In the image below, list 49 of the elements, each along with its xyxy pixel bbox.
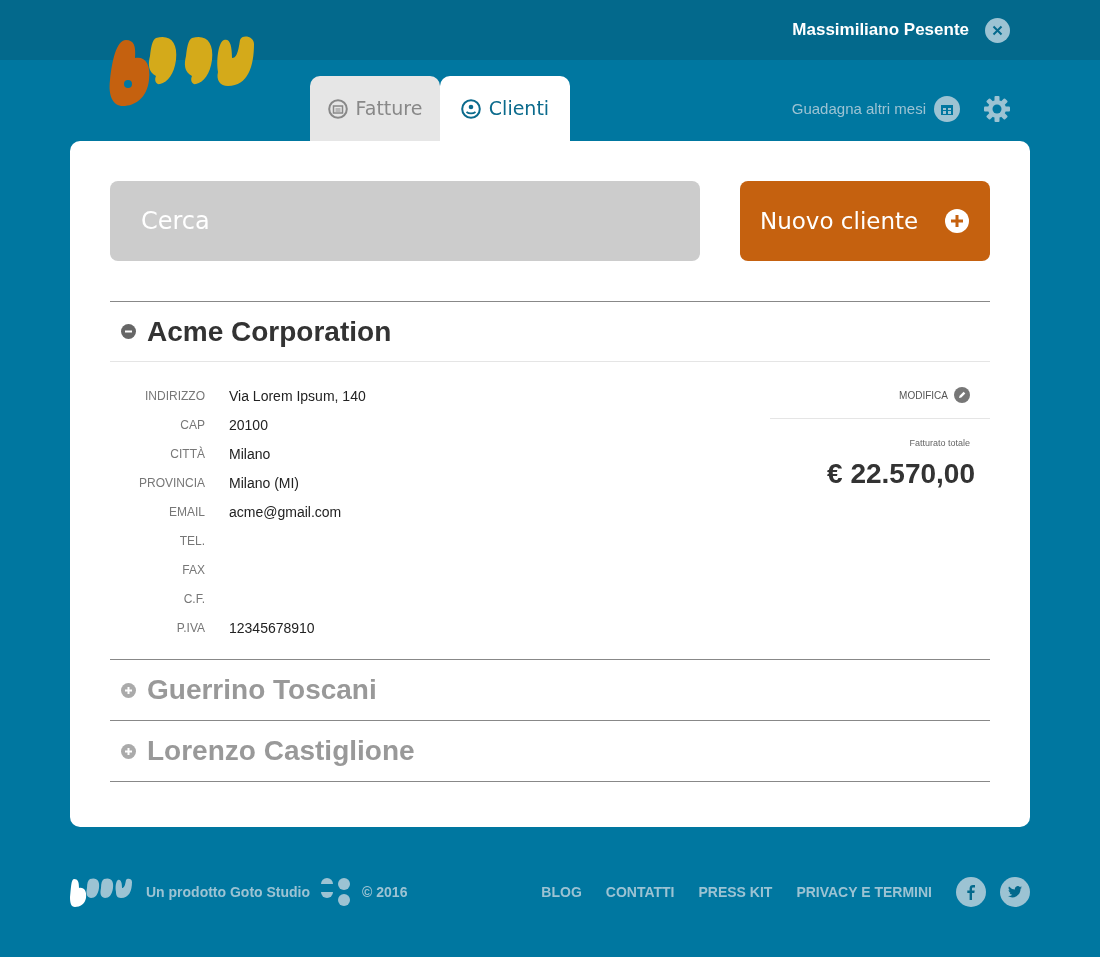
footer-link[interactable]: CONTATTI [605,881,675,903]
twitter-button[interactable] [1000,877,1030,907]
field-value: Via Lorem Ipsum, 140 [229,387,366,406]
field-label: EMAIL [168,504,205,521]
logout-button[interactable] [985,17,1010,43]
gift-icon[interactable] [934,96,960,122]
copyright-text: © 2016 [362,882,408,902]
facebook-icon [967,884,975,900]
field-value: 12345678910 [229,619,316,638]
field-label: PROVINCIA [138,475,205,492]
total-amount: € 22.570,00 [827,456,975,491]
field-label: P.IVA [175,620,205,637]
expand-icon [121,682,136,698]
studio-logo-icon [319,877,352,907]
tab[interactable]: Fatture [310,76,440,141]
footer-link[interactable]: BLOG [541,881,582,903]
plus-icon [944,208,970,234]
field-value: Milano (MI) [229,474,300,493]
new-client-button[interactable]: Nuovo cliente [740,181,990,261]
user-icon [460,98,481,119]
field-label: TEL. [178,533,205,550]
credit-text: Un prodotto Goto Studio [146,882,311,902]
footer-logo-icon [70,877,132,907]
user-name: Massimiliano Pesente [792,19,969,42]
footer-link[interactable]: PRIVACY E TERMINI [796,881,932,903]
edit-link[interactable]: MODIFICA [899,387,970,403]
client-header[interactable]: Lorenzo Castiglione [110,721,990,781]
close-icon [992,24,1003,36]
total-label: Fatturato totale [909,437,970,450]
field-value: acme@gmail.com [229,503,343,522]
expand-icon [121,743,136,759]
field-label: FAX [181,562,205,579]
field-label: CAP [179,417,205,434]
field-value: Milano [229,445,272,464]
invoice-icon [327,98,348,119]
facebook-button[interactable] [956,877,986,907]
field-label: INDIRIZZO [144,388,205,405]
field-label: CITTÀ [169,445,205,463]
pencil-icon [954,387,970,403]
bird-icon [1008,886,1022,898]
field-value: 20100 [229,416,269,435]
footer-link[interactable]: PRESS KIT [698,881,773,903]
client-header[interactable]: Acme Corporation [110,302,990,362]
settings-icon[interactable] [984,96,1010,122]
field-label: C.F. [182,591,205,608]
tab[interactable]: Clienti [440,76,570,141]
collapse-icon [121,324,136,339]
client-header[interactable]: Guerrino Toscani [110,660,990,720]
promo-link[interactable]: Guadagna altri mesi [791,97,926,121]
